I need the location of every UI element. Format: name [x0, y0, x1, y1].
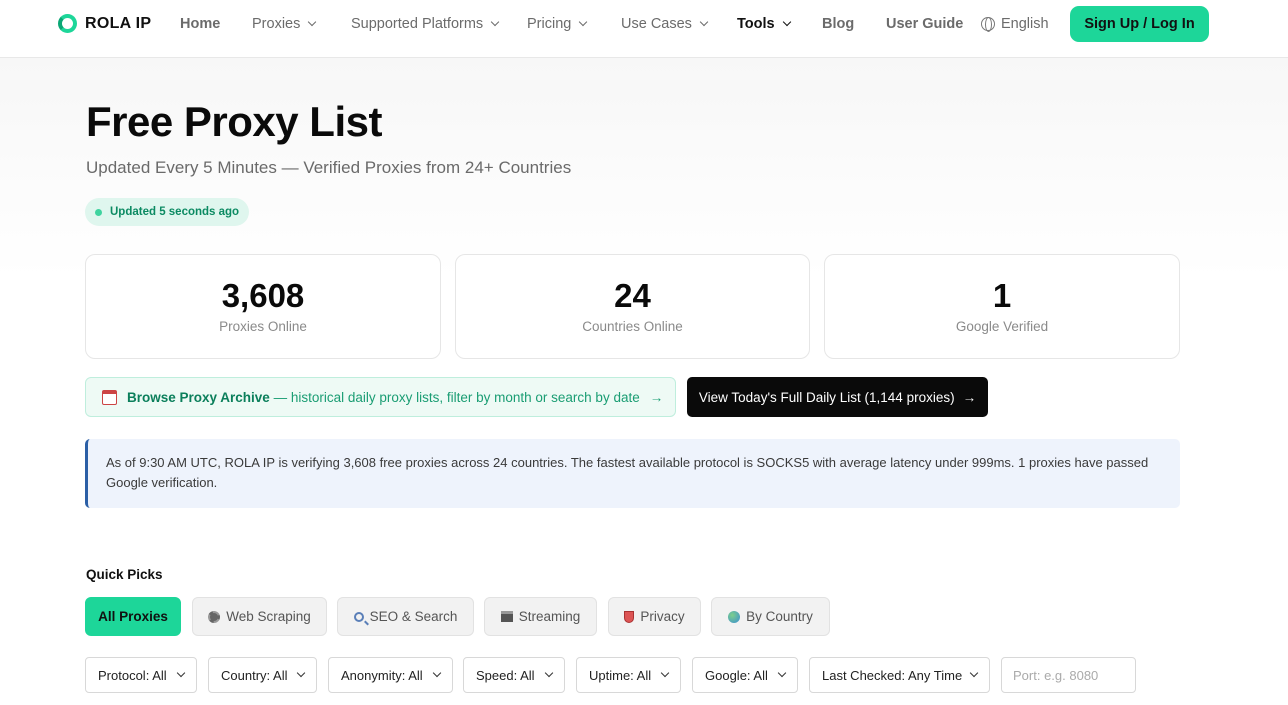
stat-label: Countries Online: [582, 319, 683, 334]
archive-description: — historical daily proxy lists, filter b…: [273, 389, 640, 405]
stat-card-proxies: 3,608 Proxies Online: [85, 254, 441, 359]
nav-user-guide[interactable]: User Guide: [886, 16, 963, 32]
stat-card-countries: 24 Countries Online: [455, 254, 810, 359]
chevron-down-icon: [308, 17, 317, 27]
filter-anonymity[interactable]: Anonymity: All: [328, 657, 453, 693]
status-dot-icon: [95, 208, 102, 216]
stat-value: 24: [614, 277, 651, 314]
chevron-down-icon: [579, 17, 588, 27]
chip-all-proxies[interactable]: All Proxies: [85, 597, 181, 636]
arrow-right-icon: →: [962, 389, 977, 405]
nav-home[interactable]: Home: [180, 16, 220, 32]
nav-blog[interactable]: Blog: [822, 16, 854, 32]
arrow-right-icon: →: [649, 389, 664, 405]
signup-login-button[interactable]: Sign Up / Log In: [1070, 6, 1209, 42]
quick-picks-heading: Quick Picks: [86, 567, 163, 582]
search-icon: [353, 611, 364, 622]
chevron-down-icon: [660, 668, 670, 678]
stat-card-google-verified: 1 Google Verified: [824, 254, 1180, 359]
updated-badge: Updated 5 seconds ago: [85, 198, 249, 226]
logo-icon: [58, 14, 77, 33]
chevron-down-icon: [777, 668, 787, 678]
port-input[interactable]: [1001, 657, 1136, 693]
globe-icon: [981, 17, 995, 32]
logo-text: ROLA IP: [85, 14, 152, 32]
info-summary: As of 9:30 AM UTC, ROLA IP is verifying …: [85, 439, 1180, 508]
chip-streaming[interactable]: Streaming: [484, 597, 597, 636]
chevron-down-icon: [176, 668, 186, 678]
chip-privacy[interactable]: Privacy: [608, 597, 701, 636]
archive-title: Browse Proxy Archive: [127, 389, 270, 405]
nav-supported-platforms[interactable]: Supported Platforms: [351, 16, 500, 32]
browse-archive-link[interactable]: Browse Proxy Archive — historical daily …: [85, 377, 676, 417]
chip-by-country[interactable]: By Country: [711, 597, 830, 636]
shield-icon: [624, 610, 635, 623]
stat-label: Google Verified: [955, 319, 1049, 334]
chevron-down-icon: [296, 668, 306, 678]
stat-label: Proxies Online: [219, 319, 307, 334]
chip-web-scraping[interactable]: Web Scraping: [192, 597, 327, 636]
view-daily-list-button[interactable]: View Today's Full Daily List (1,144 prox…: [687, 377, 988, 417]
filter-last-checked[interactable]: Last Checked: Any Time: [809, 657, 990, 693]
chevron-down-icon: [969, 668, 979, 678]
top-nav: ROLA IP Home Proxies Supported Platforms…: [0, 0, 1288, 58]
filter-google[interactable]: Google: All: [692, 657, 798, 693]
stat-value: 3,608: [221, 277, 305, 314]
chevron-down-icon: [782, 17, 791, 27]
stat-value: 1: [992, 277, 1012, 314]
nav-use-cases[interactable]: Use Cases: [621, 16, 709, 32]
filter-speed[interactable]: Speed: All: [463, 657, 565, 693]
nav-tools[interactable]: Tools: [737, 16, 791, 32]
clapperboard-icon: [500, 611, 513, 622]
page-title: Free Proxy List: [86, 98, 382, 145]
logo[interactable]: ROLA IP: [58, 14, 151, 33]
gear-icon: [208, 610, 221, 623]
globe-icon: [728, 610, 741, 623]
chevron-down-icon: [544, 668, 554, 678]
filter-uptime[interactable]: Uptime: All: [576, 657, 681, 693]
nav-pricing[interactable]: Pricing: [527, 16, 588, 32]
page-subtitle: Updated Every 5 Minutes — Verified Proxi…: [86, 158, 572, 177]
language-selector[interactable]: English: [981, 16, 1049, 32]
chevron-down-icon: [699, 17, 709, 27]
nav-proxies[interactable]: Proxies: [252, 16, 317, 32]
chip-seo-search[interactable]: SEO & Search: [337, 597, 474, 636]
filter-country[interactable]: Country: All: [208, 657, 317, 693]
chevron-down-icon: [432, 668, 442, 678]
chevron-down-icon: [490, 17, 500, 27]
filter-protocol[interactable]: Protocol: All: [85, 657, 197, 693]
calendar-icon: [102, 389, 117, 405]
